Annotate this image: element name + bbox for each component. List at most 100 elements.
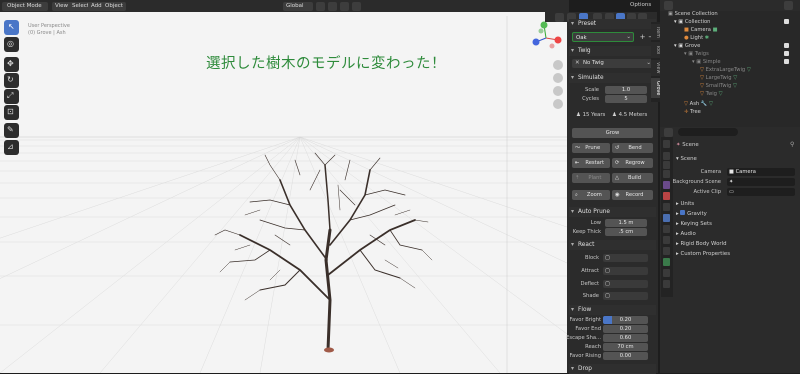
low-field[interactable]: 1.5 m — [605, 219, 647, 227]
material-tab-icon[interactable] — [663, 269, 670, 277]
tree-model[interactable] — [200, 150, 440, 355]
viewport[interactable]: ↖ ◎ ✥ ↻ ⤢ ⊡ ✎ ⊿ User Perspective (0) Gro… — [0, 0, 569, 373]
shade-field[interactable]: ▢ — [603, 292, 648, 300]
options-button[interactable]: Options — [630, 2, 651, 8]
world-tab-icon[interactable] — [663, 192, 670, 200]
proportional-edit-icon[interactable] — [352, 1, 361, 11]
scene-section-header[interactable]: ▾ Scene — [676, 155, 697, 164]
toolbar-scale-tool[interactable]: ⤢ — [4, 89, 19, 104]
favor-end-field[interactable]: 0.20 — [603, 325, 648, 333]
outliner-row-grove[interactable]: ▾ ▣ Grove — [674, 42, 700, 50]
units-section[interactable]: ▸ Units — [676, 200, 694, 209]
custom-properties-section[interactable]: ▸ Custom Properties — [676, 250, 730, 259]
output-tab-icon[interactable] — [663, 161, 670, 169]
toolbar-rotate-tool[interactable]: ↻ — [4, 73, 19, 88]
scale-field[interactable]: 1.0 — [605, 86, 647, 94]
toolbar-cursor-tool[interactable]: ◎ — [4, 37, 19, 52]
render-tab-icon[interactable] — [663, 152, 670, 160]
outliner-row-extralargetwig[interactable]: ▽ ExtraLargeTwig ▽ — [700, 66, 751, 74]
restart-button[interactable]: ⇤ Restart — [572, 158, 610, 168]
regrow-button[interactable]: ⟳ Regrow — [612, 158, 653, 168]
toolbar-annotate-tool[interactable]: ✎ — [4, 123, 19, 138]
camera-field[interactable]: ■ Camera — [727, 168, 795, 176]
attract-field[interactable]: ▢ — [603, 267, 648, 275]
grow-button[interactable]: Grow — [572, 128, 653, 138]
outliner-row-simple[interactable]: ▾ ▣ Simple — [692, 58, 721, 66]
outliner-row-collection[interactable]: ▾ ▣ Collection — [674, 18, 710, 26]
simple-visibility-checkbox[interactable] — [784, 59, 789, 64]
favor-rising-field[interactable]: 0.00 — [603, 352, 648, 360]
preset-header[interactable]: Preset — [569, 19, 656, 29]
outliner-editor-icon[interactable] — [664, 1, 673, 10]
grove-visibility-checkbox[interactable] — [784, 43, 789, 48]
outliner-row-twigs[interactable]: ▾ ▣ Twigs — [684, 50, 709, 58]
keying-sets-section[interactable]: ▸ Keying Sets — [676, 220, 712, 229]
gravity-section[interactable]: ▸ Gravity — [676, 210, 707, 219]
background-scene-field[interactable]: ✦ — [727, 178, 795, 186]
escape-shade-field[interactable]: 0.60 — [603, 334, 648, 342]
zoom-button[interactable]: ⌕ Zoom — [572, 190, 610, 200]
snap-icon[interactable] — [328, 1, 337, 11]
filter-icon[interactable] — [784, 1, 793, 10]
outliner-row-tree[interactable]: ✛ Tree — [684, 108, 701, 116]
toolbar-transform-tool[interactable]: ⊡ — [4, 105, 19, 120]
pivot-icon[interactable] — [316, 1, 325, 11]
physics-tab-icon[interactable] — [663, 236, 670, 244]
bend-button[interactable]: ↺ Bend — [612, 143, 653, 153]
keep-thick-field[interactable]: .5 cm — [605, 228, 647, 236]
constraints-tab-icon[interactable] — [663, 247, 670, 255]
outliner-row-twig[interactable]: ▽ Twig ▽ — [700, 90, 723, 98]
modifier-tab-icon[interactable] — [663, 214, 670, 222]
twig-header[interactable]: Twig — [569, 46, 656, 56]
deflect-field[interactable]: ▢ — [603, 280, 648, 288]
outliner-row-light[interactable]: ● Light ✱ — [684, 34, 709, 42]
scene-tab-icon[interactable] — [663, 181, 670, 189]
react-header[interactable]: React — [569, 240, 656, 250]
pin-icon[interactable]: ⚲ — [790, 141, 794, 148]
tool-tab-icon[interactable] — [663, 140, 670, 148]
properties-editor-icon[interactable] — [664, 128, 673, 137]
zoom-icon[interactable] — [553, 60, 563, 70]
favor-bright-field[interactable]: 0.20 — [603, 316, 648, 324]
visibility-icon[interactable] — [555, 12, 564, 22]
tab-view[interactable]: View — [651, 60, 660, 76]
outliner-row-ash[interactable]: ▽ Ash 🔧 ▽ — [684, 100, 713, 108]
toolbar-measure-tool[interactable]: ⊿ — [4, 140, 19, 155]
record-button[interactable]: ◉ Record — [612, 190, 653, 200]
collection-visibility-checkbox[interactable] — [784, 19, 789, 24]
build-button[interactable]: △ Build — [612, 173, 653, 183]
toolbar-move-tool[interactable]: ✥ — [4, 57, 19, 72]
cycles-field[interactable]: 5 — [605, 95, 647, 103]
tab-grove[interactable]: Grove — [651, 78, 660, 98]
preset-add-icon[interactable]: + — [638, 33, 647, 41]
twig-dropdown[interactable]: ✕ No Twig ⌄ — [572, 59, 653, 68]
toolbar-select-tool[interactable]: ↖ — [4, 20, 19, 35]
rigid-body-world-section[interactable]: ▸ Rigid Body World — [676, 240, 727, 249]
auto-prune-header[interactable]: Auto Prune — [569, 207, 656, 217]
gravity-checkbox[interactable] — [680, 210, 686, 215]
prune-button[interactable]: 〜 Prune — [572, 143, 610, 153]
snap-target-icon[interactable] — [340, 1, 349, 11]
data-tab-icon[interactable] — [663, 258, 670, 266]
audio-section[interactable]: ▸ Audio — [676, 230, 696, 239]
twigs-visibility-checkbox[interactable] — [784, 51, 789, 56]
texture-tab-icon[interactable] — [663, 280, 670, 288]
tab-tool[interactable]: Tool — [651, 42, 660, 58]
navigation-gizmo[interactable] — [528, 20, 564, 56]
simulate-header[interactable]: Simulate — [569, 73, 656, 83]
preset-dropdown[interactable]: Oak ⌄ — [572, 32, 634, 42]
reach-field[interactable]: 70 cm — [603, 343, 648, 351]
block-field[interactable]: ▢ — [603, 254, 648, 262]
properties-search-field[interactable] — [678, 128, 738, 136]
menu-object[interactable]: Object — [102, 2, 126, 11]
object-tab-icon[interactable] — [663, 203, 670, 211]
outliner-row-largetwig[interactable]: ▽ LargeTwig ▽ — [700, 74, 737, 82]
outliner-row-smalltwig[interactable]: ▽ SmallTwig ▽ — [700, 82, 737, 90]
active-clip-field[interactable]: ▭ — [727, 188, 795, 196]
view-layer-tab-icon[interactable] — [663, 170, 670, 178]
particles-tab-icon[interactable] — [663, 225, 670, 233]
orientation-dropdown[interactable]: Global — [283, 2, 313, 11]
plant-button[interactable]: ⇡ Plant — [572, 173, 610, 183]
outliner-row-camera[interactable]: ■ Camera ■ — [684, 26, 717, 34]
outliner-row-scene-collection[interactable]: ▣ Scene Collection — [668, 10, 718, 18]
